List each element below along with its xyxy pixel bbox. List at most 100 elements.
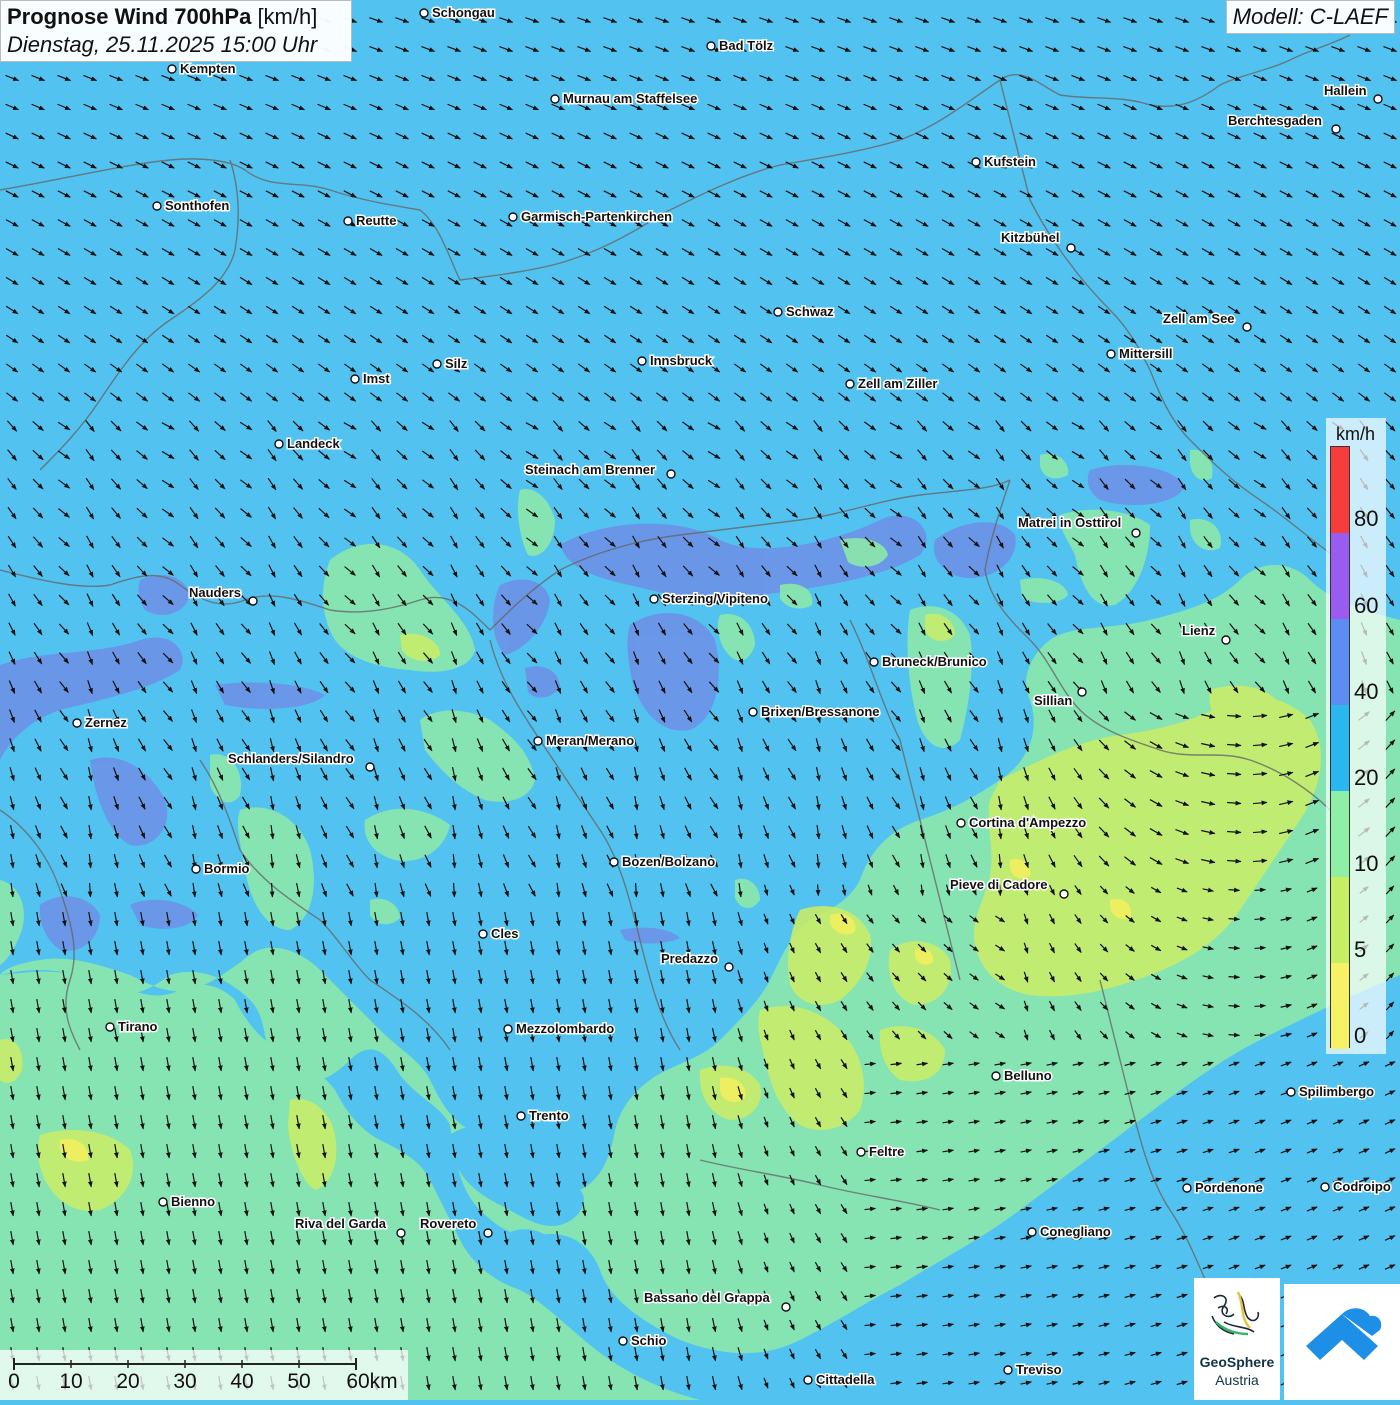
- city-label: Garmisch-Partenkirchen: [521, 209, 672, 224]
- city-marker: Bozen/Bolzano: [609, 853, 717, 871]
- city-dot: [274, 439, 284, 449]
- city-label: Bienno: [171, 1194, 215, 1209]
- scale-label: 60km: [346, 1370, 398, 1393]
- city-label: Murnau am Staffelsee: [563, 91, 697, 106]
- scale-label: 40: [230, 1370, 254, 1393]
- city-dot: [105, 1022, 115, 1032]
- city-label: Kitzbühel: [1001, 230, 1060, 245]
- city-label: Cortina d'Ampezzo: [969, 815, 1086, 830]
- city-dot: [1320, 1182, 1330, 1192]
- city-label: Schio: [631, 1333, 666, 1348]
- city-marker: Sterzing/Vipiteno: [649, 590, 769, 608]
- city-dot: [483, 1228, 493, 1238]
- legend-color-step: [1331, 447, 1349, 533]
- city-label: Pieve di Cadore: [950, 877, 1048, 892]
- legend-color-step: [1331, 705, 1349, 791]
- city-marker: Garmisch-Partenkirchen: [508, 208, 674, 226]
- city-dot: [72, 718, 82, 728]
- city-label: Lienz: [1182, 623, 1216, 638]
- city-label: Steinach am Brenner: [525, 462, 655, 477]
- city-dot: [550, 94, 560, 104]
- app-logo[interactable]: [1284, 1284, 1400, 1400]
- wind-arrow: [1228, 1032, 1241, 1038]
- scale-bar: 0 10 20 30 40 50 60km: [0, 1350, 408, 1400]
- city-dot: [1106, 349, 1116, 359]
- city-marker: Bruneck/Brunico: [869, 653, 988, 671]
- city-label: Innsbruck: [650, 353, 713, 368]
- city-dot: [1182, 1183, 1192, 1193]
- city-dot: [1373, 94, 1383, 104]
- city-label: Predazzo: [661, 951, 718, 966]
- wind-arrow: [815, 884, 821, 897]
- forecast-datetime: Dienstag, 25.11.2025 15:00 Uhr: [7, 32, 318, 57]
- city-label: Matrei in Osttirol: [1018, 515, 1121, 530]
- city-marker: Innsbruck: [637, 352, 714, 370]
- wind-arrow: [1228, 974, 1241, 980]
- app-logo-icon: [1306, 1308, 1382, 1360]
- legend-color-step: [1331, 877, 1349, 963]
- scale-label: 20: [116, 1370, 140, 1393]
- wind-map: Schongau Bad Tölz Kempten Murnau am Staffel…: [0, 0, 1400, 1400]
- city-label: Hallein: [1324, 83, 1367, 98]
- legend-colorbar: [1330, 446, 1350, 1049]
- city-marker: Brixen/Bressanone: [748, 703, 881, 721]
- city-dot: [1066, 243, 1076, 253]
- wind-arrow: [1228, 945, 1241, 951]
- city-label: Feltre: [869, 1144, 904, 1159]
- city-label: Brixen/Bressanone: [761, 704, 880, 719]
- city-dot: [1331, 124, 1341, 134]
- city-label: Tirano: [118, 1019, 158, 1034]
- city-dot: [666, 469, 676, 479]
- legend-tick: 5: [1354, 937, 1367, 962]
- wind-arrow: [1228, 916, 1241, 922]
- city-marker: Murnau am Staffelsee: [550, 90, 699, 108]
- city-dot: [1131, 528, 1141, 538]
- city-label: Schwaz: [786, 304, 834, 319]
- city-dot: [508, 212, 518, 222]
- city-label: Cles: [491, 926, 518, 941]
- city-label: Sillian: [1034, 693, 1072, 708]
- city-dot: [248, 596, 258, 606]
- scale-label: 30: [173, 1370, 197, 1393]
- city-dot: [637, 356, 647, 366]
- city-label: Sonthofen: [165, 198, 229, 213]
- city-label: Kufstein: [984, 154, 1036, 169]
- geosphere-logo-line1: GeoSphere: [1199, 1354, 1275, 1370]
- city-label: Zernez: [85, 715, 127, 730]
- city-marker: Pordenone: [1182, 1179, 1264, 1197]
- city-marker: Sonthofen: [152, 197, 231, 215]
- city-label: Rovereto: [420, 1216, 476, 1231]
- city-dot: [649, 594, 659, 604]
- city-marker: Spilimbergo: [1286, 1083, 1376, 1101]
- city-dot: [343, 216, 353, 226]
- city-dot: [781, 1302, 791, 1312]
- wind-arrow: [1228, 887, 1241, 893]
- scale-label: 10: [59, 1370, 83, 1393]
- city-dot: [748, 707, 758, 717]
- legend-tick: 0: [1354, 1023, 1367, 1048]
- wind-arrow: [1228, 1003, 1241, 1009]
- legend-unit: km/h: [1336, 424, 1376, 444]
- map-title: Prognose Wind 700hPa: [7, 4, 252, 29]
- title-box: Prognose Wind 700hPa [km/h] Dienstag, 25…: [0, 0, 352, 62]
- model-label: Modell: C-LAEF: [1225, 0, 1395, 34]
- city-label: Belluno: [1004, 1068, 1052, 1083]
- city-dot: [803, 1375, 813, 1385]
- city-label: Bassano del Grappa: [644, 1290, 770, 1305]
- city-label: Reutte: [356, 213, 396, 228]
- color-legend: km/h 80 60 40 20 10 5 0: [1326, 418, 1386, 1054]
- city-dot: [956, 818, 966, 828]
- city-marker: Schongau: [419, 4, 496, 22]
- city-label: Bozen/Bolzano: [622, 854, 715, 869]
- city-marker: Mezzolombardo: [503, 1020, 616, 1038]
- city-marker: Meran/Merano: [533, 732, 636, 750]
- city-label: Schongau: [432, 5, 495, 20]
- city-label: Codroipo: [1333, 1179, 1391, 1194]
- geosphere-logo[interactable]: GeoSphere Austria: [1194, 1278, 1280, 1400]
- city-dot: [1242, 322, 1252, 332]
- scale-label: 50: [287, 1370, 311, 1393]
- city-label: Silz: [445, 356, 468, 371]
- city-label: Kempten: [180, 61, 236, 76]
- city-dot: [503, 1024, 513, 1034]
- city-dot: [1286, 1087, 1296, 1097]
